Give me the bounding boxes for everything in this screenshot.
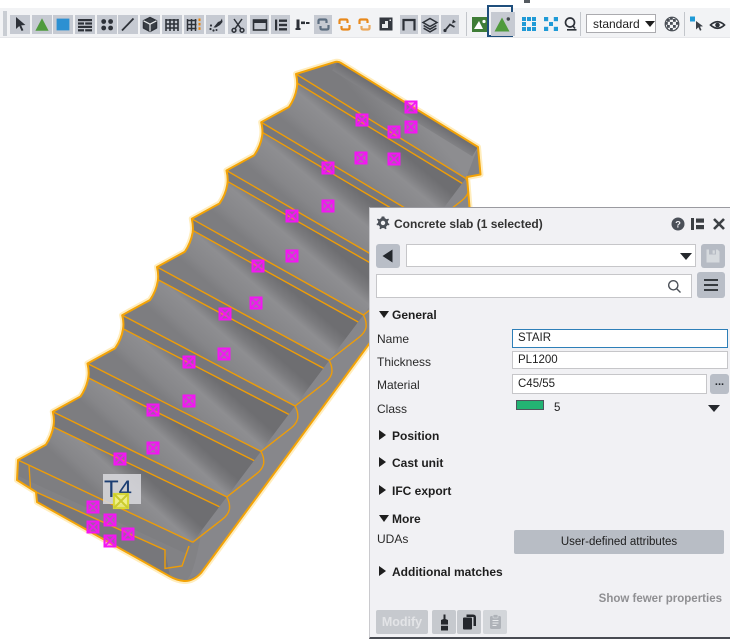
svg-text:?: ? bbox=[675, 219, 681, 230]
